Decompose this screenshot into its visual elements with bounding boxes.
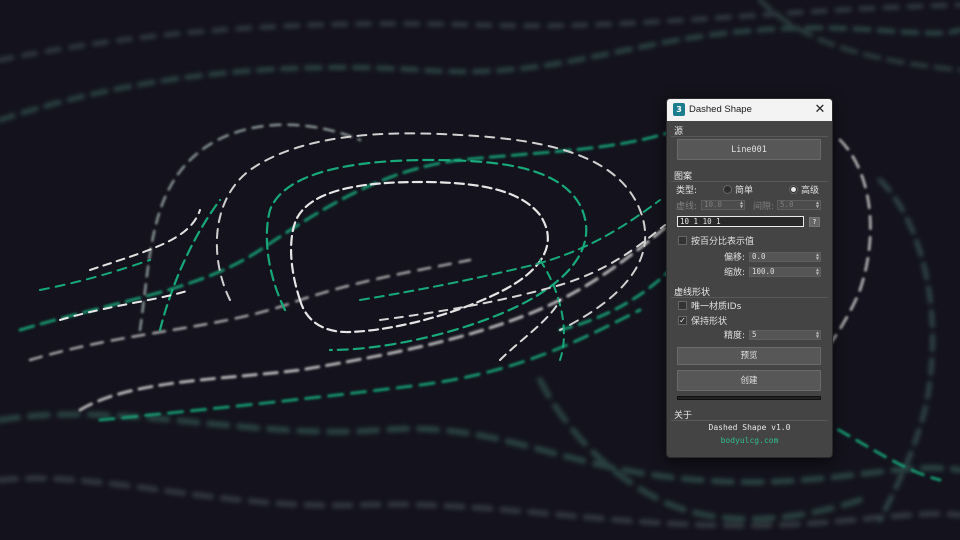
percent-checkbox[interactable] (678, 236, 687, 245)
pick-source-button[interactable]: Line001 (677, 139, 821, 160)
pattern-input[interactable]: 10 1 10 1 (677, 216, 804, 227)
scale-value: 100.0 (752, 267, 775, 276)
unique-ids-label[interactable]: 唯一材质IDs (691, 299, 741, 312)
3dsmax-app-icon: 3 (673, 103, 685, 116)
unique-ids-checkbox[interactable] (678, 301, 687, 310)
simple-radio-label[interactable]: 简单 (735, 183, 753, 196)
dash-spinner[interactable]: 10.0 ▲ ▼ (701, 200, 745, 210)
precision-value: 5 (752, 330, 757, 339)
precision-label: 精度: (724, 331, 746, 341)
precision-spinner[interactable]: 5 ▲ ▼ (749, 330, 821, 340)
gap-spinner[interactable]: 5.0 ▲ ▼ (777, 200, 821, 210)
create-button[interactable]: 创建 (677, 370, 821, 391)
percent-label[interactable]: 按百分比表示值 (691, 234, 754, 247)
divider (671, 181, 828, 182)
scale-spinner[interactable]: 100.0 ▲ ▼ (749, 267, 821, 277)
preview-button[interactable]: 预览 (677, 347, 821, 365)
offset-value: 0.0 (752, 252, 766, 261)
gap-value: 5.0 (780, 200, 794, 209)
divider (671, 136, 828, 137)
keep-shape-checkbox[interactable]: ✓ (678, 316, 687, 325)
spinner-arrows-icon[interactable]: ▲ ▼ (816, 268, 819, 277)
website-link[interactable]: bodyulcg.com (667, 436, 832, 445)
offset-label: 偏移: (724, 253, 746, 263)
offset-spinner[interactable]: 0.0 ▲ ▼ (749, 252, 821, 262)
gap-label: 间隙: (753, 202, 775, 212)
advanced-radio[interactable] (789, 185, 798, 194)
dash-label: 虚线: (676, 202, 698, 212)
spinner-arrows-icon[interactable]: ▲ ▼ (816, 331, 819, 340)
dashed-shape-dialog: 3 Dashed Shape ✕ 源 Line001 图案 类型: 简单 高级 … (666, 98, 833, 458)
scale-label: 缩放: (724, 268, 746, 278)
spinner-arrows-icon[interactable]: ▲ ▼ (816, 201, 819, 210)
simple-radio[interactable] (723, 185, 732, 194)
divider (671, 420, 828, 421)
window-title: Dashed Shape (689, 104, 752, 115)
advanced-radio-label[interactable]: 高级 (801, 183, 819, 196)
version-text: Dashed Shape v1.0 (708, 423, 791, 432)
help-button[interactable]: ? (809, 217, 820, 227)
title-bar[interactable]: 3 Dashed Shape ✕ (667, 99, 832, 121)
spinner-arrows-icon[interactable]: ▲ ▼ (740, 201, 743, 210)
progress-bar (677, 396, 821, 400)
type-label: 类型: (676, 186, 698, 196)
dash-value: 10.0 (704, 200, 723, 209)
divider (671, 297, 828, 298)
close-icon[interactable]: ✕ (812, 101, 828, 119)
spinner-arrows-icon[interactable]: ▲ ▼ (816, 253, 819, 262)
keep-shape-label[interactable]: 保持形状 (691, 314, 727, 327)
